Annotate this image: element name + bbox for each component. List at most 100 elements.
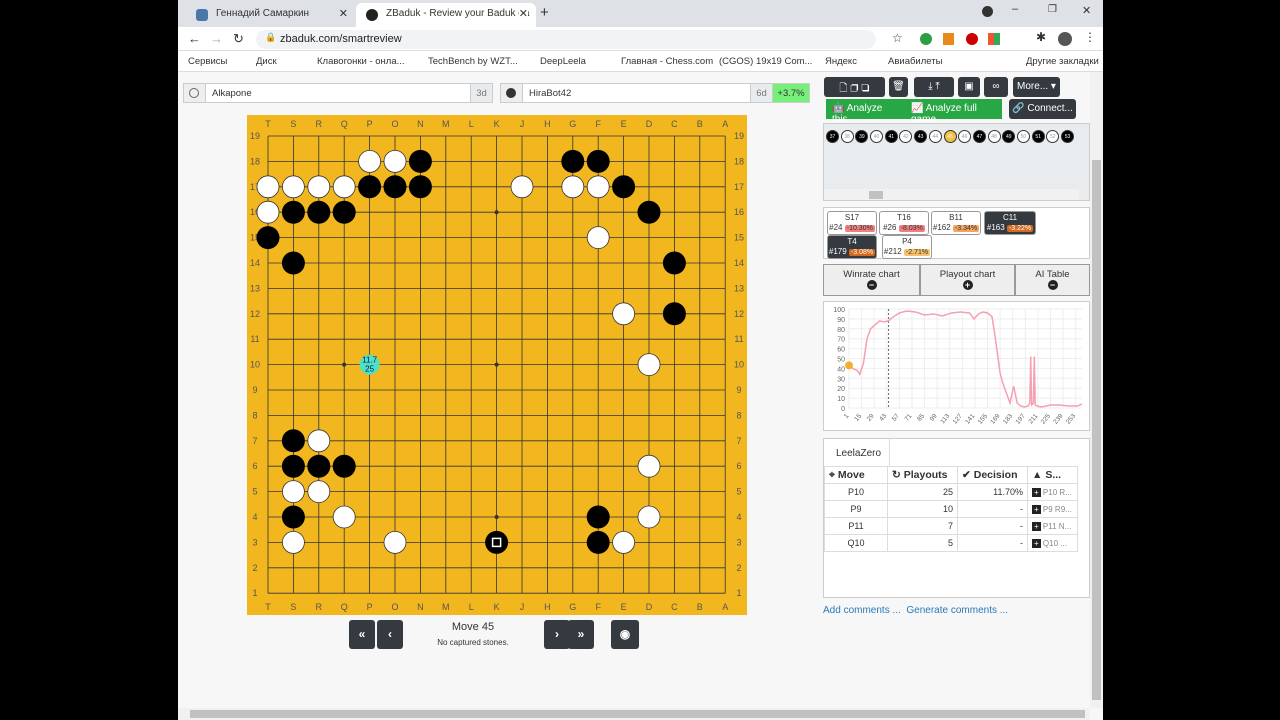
black-stone — [358, 175, 382, 199]
timeline-move[interactable]: 39 — [855, 130, 869, 143]
bookmark[interactable]: (CGOS) 19x19 Com... — [719, 56, 812, 67]
analyze-full-game-button[interactable]: 📈 Analyze full game — [905, 99, 1002, 125]
star-icon[interactable]: ☆ — [892, 31, 903, 45]
timeline-move[interactable]: 52 — [1046, 130, 1060, 143]
timeline-move[interactable]: 44 — [928, 130, 942, 143]
timeline-move[interactable]: 43 — [914, 130, 928, 143]
timeline-move[interactable]: 51 — [1031, 130, 1045, 143]
cell-move: P11 — [824, 517, 888, 535]
mistake-card[interactable]: B11 #162 -3.34% — [931, 211, 981, 235]
profile-icon[interactable] — [982, 6, 993, 17]
timeline-move[interactable]: 40 — [870, 130, 884, 143]
extension-icon[interactable] — [920, 33, 932, 45]
timeline-move[interactable]: 37 — [826, 130, 839, 143]
page-horizontal-scrollbar[interactable] — [178, 708, 1090, 720]
table-row[interactable]: P11 7- + P11 N... — [824, 517, 1078, 535]
minimize-icon[interactable]: – — [1012, 3, 1018, 15]
go-board[interactable]: T T 19 19 S S 18 18 R R 17 17 Q Q 16 16 P P 15 15 O O 14 14 N N 13… — [247, 115, 747, 615]
timeline-move[interactable]: 47 — [972, 130, 986, 143]
bookmark[interactable]: Главная - Chess.com — [621, 56, 713, 67]
chart-tab[interactable]: Winrate chart − — [823, 264, 920, 296]
tab-zbaduk[interactable]: ZBaduk - Review your Baduk ga ✕ — [356, 3, 536, 27]
column-move[interactable]: ⌖ Move — [824, 466, 888, 484]
mistake-card[interactable]: T16 #26 -8.03% — [879, 211, 929, 235]
save-button[interactable]: ▣ — [958, 77, 980, 97]
black-player-field[interactable]: HiraBot42 6d +3.7% — [500, 83, 810, 103]
toggle-view-button[interactable]: ◉ — [611, 620, 639, 649]
column-label: T — [265, 119, 271, 129]
row-label: 12 — [250, 309, 260, 319]
timeline-move[interactable]: 41 — [884, 130, 898, 143]
new-tab-icon[interactable]: + — [540, 4, 549, 21]
avatar[interactable] — [1058, 32, 1072, 46]
bookmark[interactable]: Яндекс — [825, 56, 857, 67]
bookmark[interactable]: Сервисы — [188, 56, 227, 67]
white-player-field[interactable]: Alkapone 3d — [183, 83, 493, 103]
close-window-icon[interactable]: ✕ — [1082, 4, 1091, 17]
prev-move-button[interactable]: ‹ — [377, 620, 403, 649]
analyze-this-button[interactable]: 🤖 Analyze this — [826, 99, 905, 125]
timeline-move[interactable]: 45 — [943, 130, 957, 143]
timeline-move[interactable]: 46 — [958, 130, 972, 143]
row-label: 10 — [734, 360, 744, 370]
column-sequence[interactable]: ▲ S... — [1027, 466, 1078, 484]
expand-icon[interactable]: + — [1032, 538, 1041, 548]
chart-tab[interactable]: Playout chart + — [920, 264, 1015, 296]
connect-button[interactable]: 🔗 Connect... — [1009, 99, 1076, 119]
expand-icon[interactable]: + — [1032, 521, 1041, 531]
generate-comments-link[interactable]: Generate comments ... — [906, 605, 1008, 616]
paste-icon[interactable]: ❏ — [861, 83, 869, 94]
vertical-scrollbar[interactable] — [1090, 72, 1103, 708]
table-row[interactable]: Q10 5- + Q10 ... — [824, 534, 1078, 552]
close-icon[interactable]: ✕ — [339, 7, 348, 20]
column-decision[interactable]: ✔ Decision — [957, 466, 1028, 484]
url-input[interactable]: 🔒 zbaduk.com/smartreview — [256, 30, 876, 49]
tab-vk[interactable]: Геннадий Самаркин ✕ — [186, 3, 356, 27]
puzzle-icon[interactable]: ✱ — [1036, 30, 1046, 44]
restore-icon[interactable]: ❐ — [1048, 4, 1057, 15]
new-file-icon[interactable]: 🗋 — [839, 83, 847, 94]
timeline-move[interactable]: 50 — [1016, 130, 1030, 143]
bookmark[interactable]: DeepLeela — [540, 56, 586, 67]
first-move-button[interactable]: « — [349, 620, 375, 649]
timeline-move[interactable]: 48 — [987, 130, 1001, 143]
adblock-icon[interactable] — [966, 33, 978, 45]
add-comments-link[interactable]: Add comments ... — [823, 605, 901, 616]
timeline-move[interactable]: 38 — [840, 130, 854, 143]
engine-tab-leelazero[interactable]: LeelaZero — [824, 439, 890, 467]
timeline-move[interactable]: 49 — [1002, 130, 1016, 143]
download-icon[interactable]: ⤓ — [928, 81, 932, 92]
copy-icon[interactable]: ❐ — [850, 83, 858, 94]
more-dropdown[interactable]: More... ▾ — [1013, 77, 1060, 97]
chart-tab[interactable]: AI Table − — [1015, 264, 1090, 296]
menu-icon[interactable]: ⋮ — [1084, 30, 1096, 44]
timeline-move[interactable]: 42 — [899, 130, 913, 143]
last-move-button[interactable]: » — [568, 620, 594, 649]
bookmark[interactable]: Клавогонки - онла... — [317, 56, 405, 67]
bookmark[interactable]: Диск — [256, 56, 277, 67]
bookmark[interactable]: TechBench by WZT... — [428, 56, 518, 67]
bookmark-folder[interactable]: Другие закладки — [1026, 56, 1099, 67]
upload-icon[interactable]: ⤒ — [935, 81, 939, 92]
timeline-move[interactable]: 53 — [1061, 130, 1074, 143]
mistake-card[interactable]: S17 #24 -10.30% — [827, 211, 877, 235]
share-button[interactable]: ∞ — [984, 77, 1008, 97]
close-icon[interactable]: ✕ — [518, 7, 528, 20]
reload-icon[interactable]: ↻ — [233, 31, 244, 47]
table-row[interactable]: P10 25 11.70% + P10 R... — [824, 483, 1078, 501]
next-move-button[interactable]: › — [544, 620, 570, 649]
horizontal-scrollbar[interactable] — [824, 189, 1079, 200]
delete-button[interactable]: 🗑 — [889, 77, 908, 97]
expand-icon[interactable]: + — [1032, 487, 1041, 497]
extension-icon[interactable] — [943, 33, 954, 45]
bookmark[interactable]: Авиабилеты — [888, 56, 942, 67]
mistake-card[interactable]: C11 #163 -3.22% — [984, 211, 1036, 235]
table-row[interactable]: P9 10- + P9 R9... — [824, 500, 1078, 518]
extension-icon[interactable] — [988, 33, 1000, 45]
column-playouts[interactable]: ↻ Playouts — [887, 466, 958, 484]
mistake-card[interactable]: P4 #212 -2.71% — [882, 235, 932, 259]
back-icon[interactable]: ← — [188, 31, 201, 46]
mistake-card[interactable]: T4 #179 -3.08% — [827, 235, 877, 259]
expand-icon[interactable]: + — [1032, 504, 1041, 514]
forward-icon[interactable]: → — [210, 31, 223, 46]
